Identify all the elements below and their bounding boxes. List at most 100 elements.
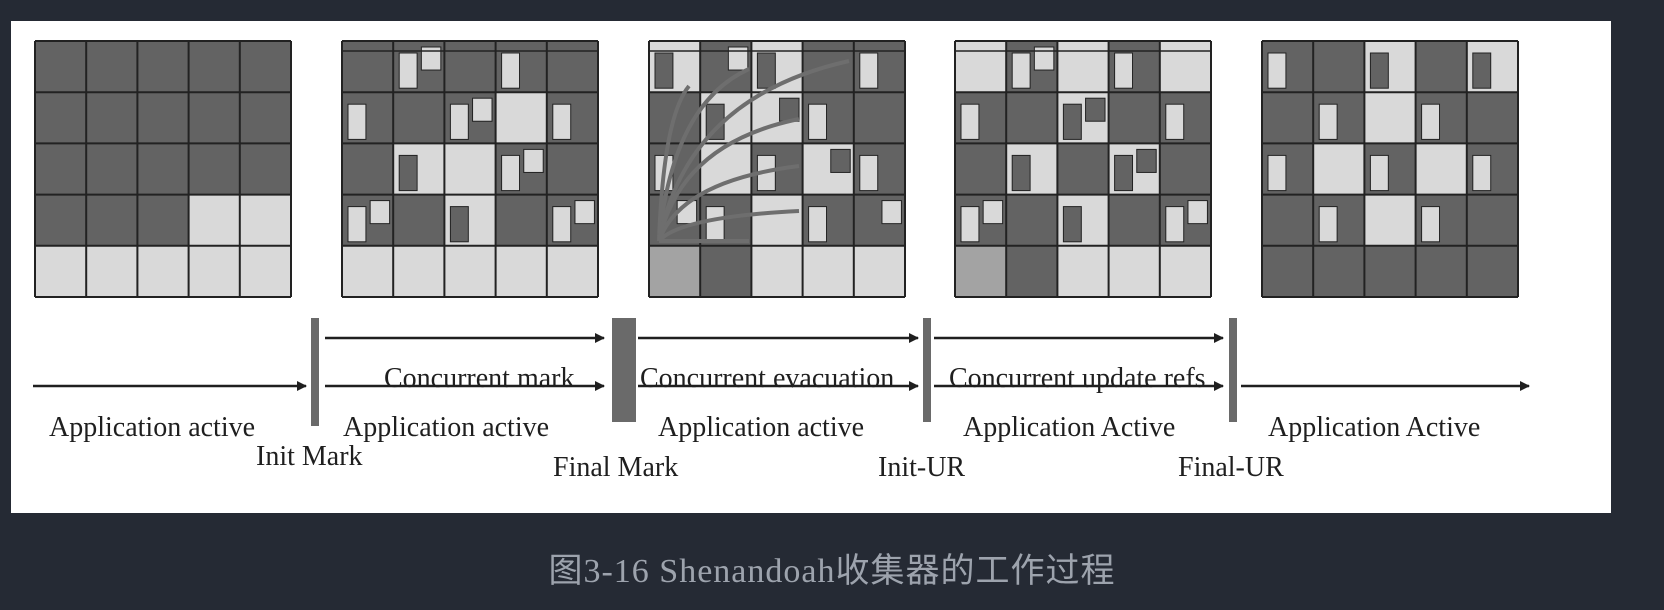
object-block bbox=[1318, 103, 1338, 140]
object-block bbox=[472, 97, 493, 122]
object-block bbox=[1165, 206, 1185, 243]
object-block bbox=[808, 206, 828, 243]
heap-region bbox=[137, 41, 189, 93]
heap-region bbox=[1313, 143, 1365, 195]
heap-region bbox=[1108, 245, 1160, 297]
app-label-3: Application active bbox=[658, 412, 865, 443]
object-block bbox=[1472, 52, 1492, 89]
heap-region bbox=[1057, 41, 1109, 93]
heap-region bbox=[444, 143, 496, 195]
pause-label-init-mark: Init Mark bbox=[256, 441, 363, 472]
heap-region bbox=[35, 194, 87, 246]
heap-region bbox=[86, 194, 138, 246]
heap-region bbox=[188, 143, 240, 195]
heap-region bbox=[1364, 245, 1416, 297]
heap-region bbox=[1415, 245, 1467, 297]
heap-region bbox=[86, 143, 138, 195]
heap-region bbox=[1108, 92, 1160, 144]
object-block bbox=[1369, 52, 1389, 89]
heap-region bbox=[137, 245, 189, 297]
object-block bbox=[1165, 103, 1185, 140]
pause-bar-init-mark bbox=[311, 318, 319, 426]
heap-region bbox=[1466, 92, 1518, 144]
heap-region bbox=[802, 245, 854, 297]
object-block bbox=[398, 52, 418, 89]
object-block bbox=[654, 52, 674, 89]
object-block bbox=[1062, 103, 1082, 140]
object-block bbox=[1187, 200, 1208, 225]
heap-region bbox=[35, 245, 87, 297]
heap-region bbox=[188, 194, 240, 246]
heap-region bbox=[1057, 143, 1109, 195]
heap-region bbox=[35, 143, 87, 195]
app-label-2: Application active bbox=[343, 412, 550, 443]
heap-region bbox=[1313, 41, 1365, 93]
heap-region bbox=[137, 194, 189, 246]
heap-region bbox=[188, 41, 240, 93]
object-block bbox=[960, 103, 980, 140]
phase-label-concurrent-update-refs: Concurrent update refs bbox=[949, 363, 1206, 394]
heap-region bbox=[751, 245, 803, 297]
heap-region bbox=[853, 245, 905, 297]
object-block bbox=[830, 148, 851, 173]
object-block bbox=[398, 154, 418, 192]
object-block bbox=[859, 154, 879, 192]
heap-region bbox=[239, 41, 291, 93]
heap-region bbox=[1415, 143, 1467, 195]
heap-region bbox=[393, 245, 445, 297]
heap-region bbox=[1159, 143, 1211, 195]
object-block bbox=[1421, 206, 1441, 243]
app-label-5: Application Active bbox=[1268, 412, 1481, 443]
heap-region bbox=[137, 92, 189, 144]
object-block bbox=[881, 200, 902, 225]
heap-region bbox=[1364, 92, 1416, 144]
object-block bbox=[705, 206, 725, 243]
object-block bbox=[501, 52, 521, 89]
heap-region bbox=[495, 245, 547, 297]
object-block bbox=[859, 52, 879, 89]
heap-region bbox=[393, 92, 445, 144]
heap-region bbox=[1466, 194, 1518, 246]
heap-region bbox=[35, 41, 87, 93]
heap-region bbox=[546, 143, 598, 195]
heap-region bbox=[1262, 245, 1314, 297]
object-block bbox=[1472, 154, 1492, 192]
heap-region bbox=[1262, 194, 1314, 246]
pause-bar-final-ur bbox=[1229, 318, 1237, 422]
object-block bbox=[808, 103, 828, 140]
figure-caption: 图3-16 Shenandoah收集器的工作过程 bbox=[548, 553, 1116, 590]
heap-region bbox=[1108, 194, 1160, 246]
heap-region bbox=[495, 92, 547, 144]
heap-region bbox=[239, 194, 291, 246]
heap-region bbox=[1313, 245, 1365, 297]
heap-region bbox=[649, 245, 701, 297]
heap-region bbox=[751, 194, 803, 246]
heap-region bbox=[393, 194, 445, 246]
heap-region bbox=[1159, 41, 1211, 93]
heap-region bbox=[342, 143, 394, 195]
object-block bbox=[574, 200, 595, 225]
heap-region bbox=[700, 245, 752, 297]
heap-region bbox=[1006, 194, 1058, 246]
heap-region bbox=[1466, 245, 1518, 297]
heap-region bbox=[495, 194, 547, 246]
object-block bbox=[1114, 52, 1134, 89]
heap-region bbox=[86, 92, 138, 144]
heap-region bbox=[444, 245, 496, 297]
heap-region bbox=[86, 41, 138, 93]
heap-region bbox=[1057, 245, 1109, 297]
heap-region bbox=[1364, 194, 1416, 246]
object-block bbox=[1136, 148, 1157, 173]
heap-grid-5 bbox=[1261, 40, 1519, 298]
heap-region bbox=[1159, 245, 1211, 297]
object-block bbox=[1085, 97, 1106, 122]
object-block bbox=[1062, 206, 1082, 243]
heap-region bbox=[546, 41, 598, 93]
object-block bbox=[347, 206, 367, 243]
object-block bbox=[1114, 154, 1134, 192]
heap-region bbox=[955, 143, 1007, 195]
heap-region bbox=[955, 245, 1007, 297]
pause-label-init-ur: Init-UR bbox=[878, 452, 966, 483]
heap-region bbox=[35, 92, 87, 144]
heap-region bbox=[342, 245, 394, 297]
